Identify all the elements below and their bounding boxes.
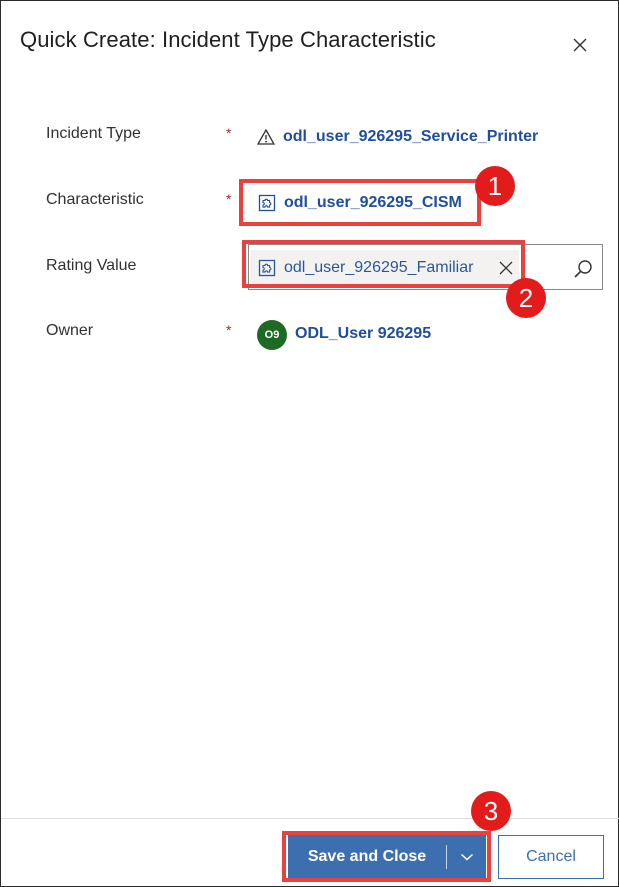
annotation-number-3: 3: [471, 791, 511, 831]
search-icon[interactable]: [569, 255, 597, 283]
save-and-close-label[interactable]: Save and Close: [288, 835, 446, 879]
owner-label: Owner: [46, 322, 94, 339]
quick-create-dialog: Quick Create: Incident Type Characterist…: [0, 0, 619, 887]
dialog-title: Quick Create: Incident Type Characterist…: [20, 27, 436, 52]
annotation-number-2: 2: [506, 278, 546, 318]
rating-value-label: Rating Value: [46, 257, 137, 274]
save-and-close-button[interactable]: Save and Close: [288, 835, 486, 879]
puzzle-icon: [258, 194, 276, 212]
puzzle-icon: [258, 259, 276, 277]
required-marker: *: [226, 322, 232, 338]
clear-x-icon[interactable]: [497, 259, 515, 277]
warning-triangle-icon: [257, 129, 275, 145]
rating-value-chip[interactable]: odl_user_926295_Familiar: [250, 250, 519, 286]
characteristic-lookup[interactable]: odl_user_926295_CISM: [258, 194, 462, 212]
characteristic-value[interactable]: odl_user_926295_CISM: [284, 194, 462, 212]
characteristic-label: Characteristic: [46, 191, 144, 208]
owner-lookup[interactable]: ODL_User 926295: [295, 325, 431, 343]
close-icon[interactable]: [568, 33, 592, 57]
chevron-down-icon[interactable]: [447, 835, 486, 879]
owner-value[interactable]: ODL_User 926295: [295, 325, 431, 343]
required-marker: *: [226, 125, 232, 141]
annotation-number-1: 1: [475, 166, 515, 206]
incident-type-label: Incident Type: [46, 125, 141, 142]
incident-type-value[interactable]: odl_user_926295_Service_Printer: [283, 128, 538, 146]
incident-type-lookup[interactable]: odl_user_926295_Service_Printer: [257, 128, 538, 146]
footer-divider: [1, 818, 619, 819]
required-marker: *: [226, 191, 232, 207]
avatar: O9: [257, 320, 287, 350]
button-separator: [446, 845, 447, 869]
cancel-button[interactable]: Cancel: [498, 835, 604, 879]
rating-value-text[interactable]: odl_user_926295_Familiar: [284, 259, 473, 277]
